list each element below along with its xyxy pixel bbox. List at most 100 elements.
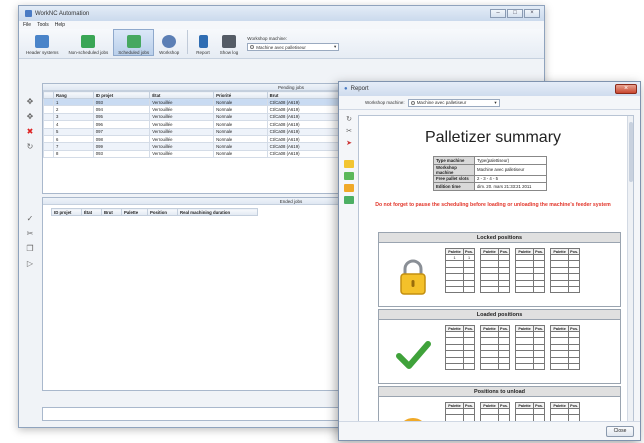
report-footer: Close [339,421,640,440]
report-titlebar: ● Report × [339,82,640,96]
refresh-icon[interactable]: ↻ [26,143,34,151]
menu-tools[interactable]: Tools [37,22,49,28]
log-icon [222,35,237,48]
move-down-icon[interactable]: ✥ [26,113,34,121]
report-machine-label: Workshop machine: [365,100,405,105]
cut-icon[interactable]: ✂ [26,230,34,238]
col-ended-duration[interactable]: Real machining duration [177,208,258,216]
table-cell: 5 [53,127,94,136]
col-priorite[interactable]: Priorité [213,91,268,99]
table-cell: Normale [213,105,268,114]
table-cell: Verrouillée [149,112,215,122]
checkmark-icon [396,341,431,369]
report-close-icon[interactable]: × [615,84,637,94]
check-icon[interactable] [344,172,354,180]
menu-help[interactable]: Help [55,22,65,28]
slot-table: Palette Pos. [515,402,546,421]
col-ended-etat[interactable]: État [81,208,102,216]
unload-section: Positions to unload Palette Pos. Palette Po… [378,386,621,421]
slot-cell [498,285,511,294]
col-ended-id-projet[interactable]: ID projet [51,208,82,216]
slot-table: Palette Pos. [550,325,581,371]
table-cell: 093 [92,149,151,159]
col-ended-brut[interactable]: Brut [101,208,122,216]
table-cell: Verrouillée [149,142,215,151]
toolbar: Header systems Non-scheduled jobs Schedu… [19,29,544,59]
scheduled-tool-icon [126,35,141,48]
refresh-icon[interactable]: ↻ [345,116,353,124]
non-scheduled-jobs-button[interactable]: Non-scheduled jobs [64,29,114,56]
slot-cell [568,285,581,294]
slot-table: Palette Pos. [550,248,581,294]
show-log-button[interactable]: Show log [215,29,244,56]
lock-icon[interactable] [344,160,354,168]
close-button[interactable]: Close [606,426,634,437]
report-title: Report [350,86,369,92]
slot-cell [498,362,511,371]
scroll-thumb[interactable] [629,122,633,182]
loaded-slots: Palette Pos. Palette Pos. Palette Pos. Palette… [445,325,581,371]
workshop-machine-select[interactable]: Machine avec palletiseur ▾ [247,43,340,51]
workshop-machine-group: Workshop machine: Machine avec palletise… [247,36,340,51]
main-titlebar: WorkNC Automation – □ × [19,6,544,21]
report-toolbar: Workshop machine: Machine avec palletise… [339,96,640,110]
table-cell: 6 [53,134,94,144]
slot-table: Palette Pos. [550,402,581,421]
table-cell: 098 [92,134,151,144]
padlock-icon [400,259,426,295]
pointer-icon[interactable]: ➤ [345,140,353,148]
maximize-button[interactable]: □ [507,9,523,18]
play-icon[interactable]: ▷ [26,260,34,268]
col-rang[interactable]: Rang [53,91,94,99]
table-cell: Verrouillée [149,97,215,107]
table-cell: 093 [92,97,151,107]
check-icon[interactable]: ✓ [26,215,34,223]
table-cell: 099 [92,142,151,151]
copy-icon[interactable]: ❐ [26,245,34,253]
arrow-icon[interactable] [344,196,354,204]
slot-cell [515,362,535,371]
table-cell: Normale [213,112,268,122]
report-scrollbar[interactable] [627,116,633,421]
header-systems-button[interactable]: Header systems [21,29,64,56]
delete-icon[interactable]: ✖ [26,128,34,136]
unload-icon[interactable] [344,184,354,192]
locked-slots: Palette Pos. 1 1 Palette Pos. Palette Pos. Palet… [445,248,581,294]
slot-table: Palette Pos. [515,325,546,371]
table-cell: Normale [213,97,268,107]
pending-actions: ✥ ✥ ✖ ↻ [23,98,37,151]
cut-icon[interactable]: ✂ [345,128,353,136]
table-cell: Verrouillée [149,149,215,159]
menu-file[interactable]: File [23,22,31,28]
col-etat[interactable]: État [149,91,215,99]
table-cell: Normale [213,127,268,136]
slot-cell [533,362,546,371]
table-cell: 3 [53,112,94,122]
minimize-button[interactable]: – [490,9,506,18]
col-ended-palette[interactable]: Palette [121,208,148,216]
chevron-down-icon: ▾ [494,99,497,105]
col-ended-position[interactable]: Position [147,208,178,216]
report-heading: Palletizer summary [424,129,562,146]
slot-cell [480,362,500,371]
locked-section: Locked positions Palette Pos. 1 1 Palette Pos… [378,232,621,307]
slot-cell [445,285,464,294]
move-icon[interactable]: ✥ [26,98,34,106]
scheduled-jobs-button[interactable]: Scheduled jobs [113,29,155,56]
slot-cell [462,362,476,371]
slot-cell [480,285,500,294]
table-cell: 095 [92,112,151,122]
report-icon [198,35,208,48]
table-cell: 1 [53,97,94,107]
workshop-button[interactable]: Workshop [154,29,184,56]
table-cell: Normale [213,134,268,144]
report-machine-select[interactable]: Machine avec palletiseur ▾ [407,98,500,107]
slot-cell [550,285,570,294]
close-window-button[interactable]: × [524,9,540,18]
col-id-projet[interactable]: ID projet [92,91,151,99]
report-page: Palletizer summary Type machine Type(pale… [358,115,634,422]
machine-icon [410,100,415,105]
slot-cell [568,362,581,371]
report-button[interactable]: Report [191,29,215,56]
table-cell: Normale [213,120,268,129]
